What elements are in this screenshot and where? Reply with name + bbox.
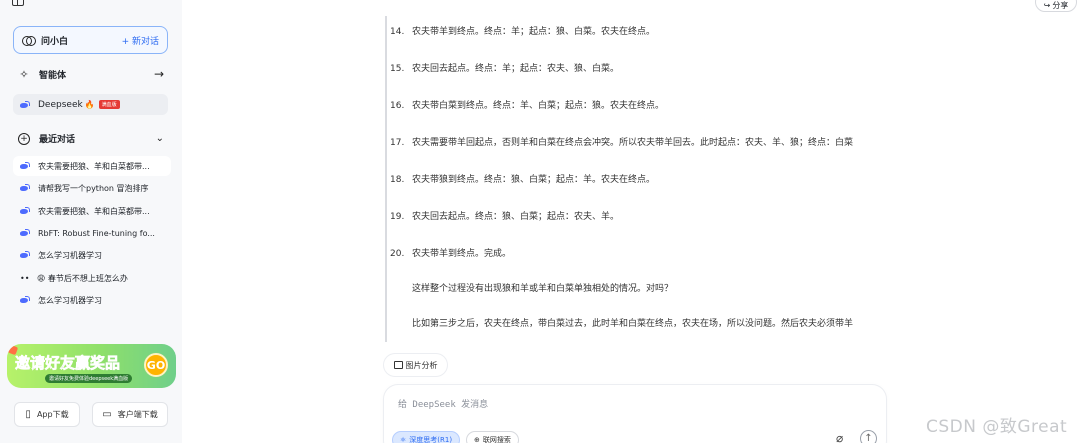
step-number: 20. (390, 249, 405, 259)
sidebar: 问小白 + 新对话 ✧ 智能体 → Deepseek 🔥 满血版 + 最近对话 … (0, 0, 182, 443)
send-button[interactable]: ↑ (860, 430, 877, 443)
history-item[interactable]: 怎么学习机器学习 (13, 245, 171, 265)
sidebar-toggle-icon[interactable] (12, 0, 24, 6)
step-number: 18. (390, 175, 405, 185)
assistant-name: 问小白 (41, 36, 69, 47)
step-number: 17. (390, 138, 405, 148)
quote-bar (385, 16, 387, 342)
invite-promo-banner[interactable]: 邀请好友赢奖品 邀请好友免费体验deepseek满血版 GO (7, 344, 176, 388)
globe-icon: ⊕ (474, 436, 480, 443)
paragraph: 比如第三步之后，农夫在终点，带白菜过去，此时羊和白菜在终点，农夫在场，所以没问题… (412, 319, 854, 329)
deepseek-whale-icon (20, 251, 30, 259)
image-icon (393, 361, 403, 369)
step-number: 15. (390, 64, 405, 74)
step-line: 17. 农夫需要带羊回起点，否则羊和白菜在终点会冲突。所以农夫带羊回去。此时起点：… (390, 135, 853, 148)
promo-go-button[interactable]: GO (144, 353, 168, 377)
history-item[interactable]: 农夫需要把狼、羊和白菜都带... (13, 201, 171, 221)
step-number: 16. (390, 101, 405, 111)
history-item-label: RbFT: Robust Fine-tuning fo... (38, 228, 155, 238)
deepseek-whale-icon (20, 229, 30, 237)
step-text: 农夫带白菜到终点。终点：羊、白菜；起点：狼。农夫在终点。 (412, 101, 665, 111)
deepseek-whale-icon (20, 207, 30, 215)
step-text: 农夫带羊到终点。终点：羊；起点：狼、白菜。农夫在终点。 (412, 27, 656, 37)
sidebar-item-label: Deepseek (38, 99, 83, 110)
step-text: 农夫带羊到终点。完成。 (412, 249, 512, 259)
atom-icon: ⚛ (400, 436, 407, 443)
step-line: 18. 农夫带狼到终点。终点：狼、白菜；起点：羊。农夫在终点。 (390, 172, 655, 185)
deepseek-whale-icon (20, 100, 30, 109)
history-item[interactable]: •• 😩 春节后不想上班怎么办 (13, 268, 171, 288)
share-icon: ↪ (1043, 0, 1051, 10)
deepseek-whale-icon (20, 162, 30, 170)
message-input[interactable]: 给 DeepSeek 发消息 (398, 397, 488, 410)
deep-think-toggle[interactable]: ⚛ 深度思考(R1) (392, 431, 461, 443)
button-label: App下载 (36, 410, 69, 419)
step-line: 19. 农夫回去起点。终点：狼、白菜；起点：农夫、羊。 (390, 209, 619, 222)
promo-title: 邀请好友赢奖品 (15, 354, 121, 373)
history-item-label: 😩 春节后不想上班怎么办 (37, 273, 128, 283)
assistant-selector[interactable]: 问小白 + 新对话 (13, 26, 168, 54)
paragraph: 这样整个过程没有出现狼和羊或羊和白菜单独相处的情况。对吗？ (412, 284, 674, 294)
app-window: 问小白 + 新对话 ✧ 智能体 → Deepseek 🔥 满血版 + 最近对话 … (0, 0, 1080, 443)
step-line: 16. 农夫带白菜到终点。终点：羊、白菜；起点：狼。农夫在终点。 (390, 98, 664, 111)
step-line: 20. 农夫带羊到终点。完成。 (390, 246, 511, 259)
history-item[interactable]: RbFT: Robust Fine-tuning fo... (13, 223, 171, 243)
chevron-down-icon: ⌄ (155, 133, 164, 144)
step-text: 农夫带狼到终点。终点：狼、白菜；起点：羊。农夫在终点。 (412, 175, 656, 185)
history-item-label: 农夫需要把狼、羊和白菜都带... (38, 206, 150, 216)
button-label: 客户端下载 (117, 410, 158, 419)
toggle-label: 联网搜索 (482, 436, 511, 443)
history-item[interactable]: 怎么学习机器学习 (13, 290, 171, 310)
step-number: 19. (390, 212, 405, 222)
history-item[interactable]: 农夫需要把狼、羊和白菜都带... (13, 156, 171, 176)
history-item-label: 农夫需要把狼、羊和白菜都带... (38, 161, 150, 171)
fire-icon: 🔥 (84, 100, 95, 109)
button-label: 图片分析 (405, 360, 438, 370)
watermark: CSDN @致Great (926, 417, 1068, 437)
deepseek-whale-icon (20, 296, 30, 304)
sidebar-item-label: 智能体 (39, 70, 67, 81)
toggle-label: 深度思考(R1) (409, 436, 453, 443)
deepseek-whale-icon (20, 184, 30, 192)
button-label: 分享 (1052, 0, 1069, 10)
paperclip-icon[interactable]: ⌀ (836, 431, 843, 443)
step-line: 15. 农夫回去起点。终点：羊；起点：农夫、狼、白菜。 (390, 61, 619, 74)
link-icon (22, 35, 36, 46)
new-chat-button[interactable]: + 新对话 (122, 34, 159, 47)
history-item-label: 请帮我写一个python 冒泡排序 (38, 183, 149, 193)
client-download-button[interactable]: ▭ 客户端下载 (92, 402, 168, 427)
image-analysis-button[interactable]: 图片分析 (384, 354, 447, 376)
plus-circle-icon: + (18, 132, 30, 145)
recent-chats-header[interactable]: + 最近对话 ⌄ (18, 132, 164, 145)
share-button[interactable]: ↪ 分享 (1035, 0, 1077, 12)
step-text: 农夫需要带羊回起点，否则羊和白菜在终点会冲突。所以农夫带羊回去。此时起点：农夫、… (412, 138, 854, 148)
sidebar-item-agents[interactable]: ✧ 智能体 → (18, 67, 164, 81)
dots-icon: •• (20, 273, 30, 283)
app-download-button[interactable]: ▯ App下载 (14, 402, 80, 427)
step-line: 14. 农夫带羊到终点。终点：羊；起点：狼、白菜。农夫在终点。 (390, 24, 655, 37)
history-item-label: 怎么学习机器学习 (38, 295, 102, 305)
sparkle-icon: ✧ (19, 67, 29, 81)
step-text: 农夫回去起点。终点：狼、白菜；起点：农夫、羊。 (412, 212, 620, 222)
message-composer: 给 DeepSeek 发消息 ⚛ 深度思考(R1) ⊕ 联网搜索 ⌀ ↑ (384, 385, 886, 443)
promo-subtitle: 邀请好友免费体验deepseek满血版 (45, 374, 133, 383)
web-search-toggle[interactable]: ⊕ 联网搜索 (466, 431, 519, 443)
history-item[interactable]: 请帮我写一个python 冒泡排序 (13, 178, 171, 198)
arrow-right-icon: → (153, 67, 164, 81)
sidebar-item-deepseek[interactable]: Deepseek 🔥 满血版 (13, 94, 168, 115)
monitor-icon: ▭ (102, 409, 112, 420)
step-number: 14. (390, 27, 405, 37)
section-title: 最近对话 (39, 135, 76, 145)
status-badge: 满血版 (98, 100, 120, 109)
phone-icon: ▯ (25, 409, 31, 420)
history-item-label: 怎么学习机器学习 (38, 250, 102, 260)
step-text: 农夫回去起点。终点：羊；起点：农夫、狼、白菜。 (412, 64, 620, 74)
